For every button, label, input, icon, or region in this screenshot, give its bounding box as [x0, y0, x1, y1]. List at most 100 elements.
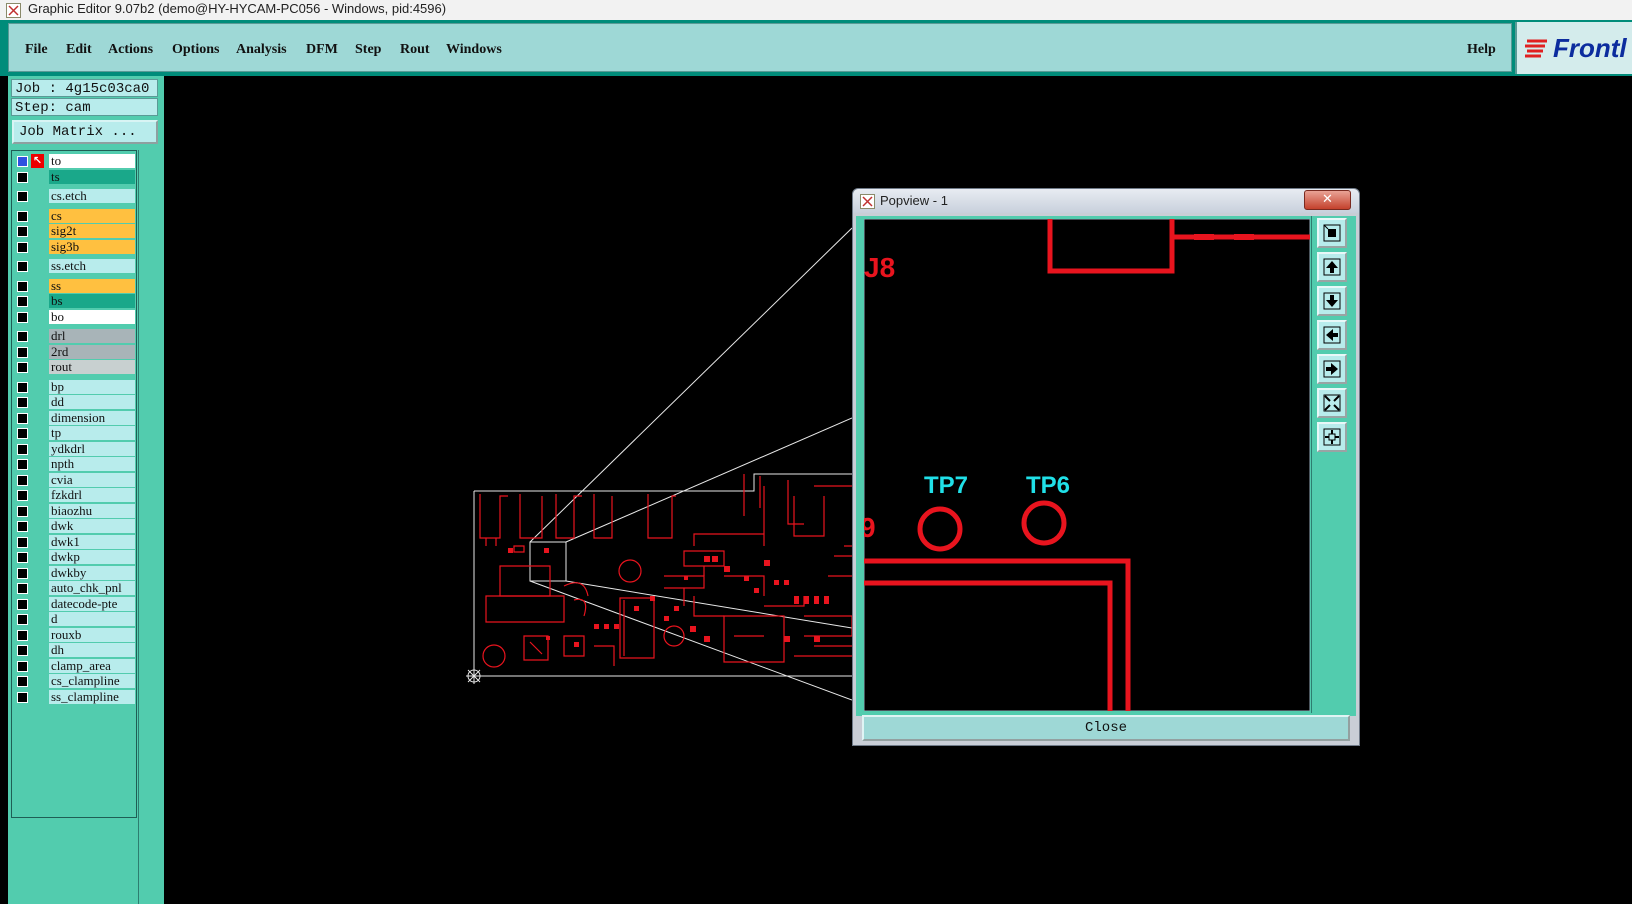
layer-checkbox[interactable]: [17, 210, 28, 222]
menu-rout[interactable]: Rout: [400, 42, 430, 58]
layer-row[interactable]: ydkdrl: [12, 441, 136, 457]
layer-row[interactable]: ts: [12, 169, 136, 185]
layer-checkbox[interactable]: [17, 311, 28, 323]
layer-name[interactable]: to: [49, 154, 135, 168]
layer-row[interactable]: ss_clampline: [12, 689, 136, 705]
layer-row[interactable]: sig2t: [12, 223, 136, 239]
pan-down-button[interactable]: [1317, 286, 1347, 316]
layer-row[interactable]: dwk1: [12, 534, 136, 550]
layer-name[interactable]: drl: [49, 329, 135, 343]
layer-checkbox[interactable]: [17, 536, 28, 548]
layer-name[interactable]: fzkdrl: [49, 488, 135, 502]
popview-titlebar[interactable]: Popview - 1 ✕: [853, 189, 1359, 213]
pan-up-button[interactable]: [1317, 252, 1347, 282]
layer-checkbox[interactable]: [17, 296, 28, 307]
layer-name[interactable]: 2rd: [49, 344, 135, 359]
layer-checkbox[interactable]: [17, 191, 28, 202]
layer-row[interactable]: bs: [12, 293, 136, 309]
layer-row[interactable]: bp: [12, 379, 136, 395]
layer-row[interactable]: cvia: [12, 472, 136, 488]
layer-checkbox[interactable]: [17, 474, 28, 486]
layer-row[interactable]: datecode-pte: [12, 596, 136, 612]
layer-scrollbar[interactable]: [138, 150, 163, 904]
layer-checkbox[interactable]: [17, 691, 28, 703]
menu-help[interactable]: Help: [1467, 42, 1496, 58]
layer-checkbox[interactable]: [17, 583, 28, 594]
layer-row[interactable]: dwk: [12, 518, 136, 534]
layer-row[interactable]: ss.etch: [12, 258, 136, 274]
layer-checkbox[interactable]: [17, 629, 28, 641]
menu-dfm[interactable]: DFM: [306, 42, 338, 58]
layer-checkbox[interactable]: [17, 552, 28, 563]
layer-checkbox[interactable]: [17, 346, 28, 358]
layer-name[interactable]: bs: [49, 294, 135, 308]
layer-row[interactable]: dwkp: [12, 549, 136, 565]
popview-close-button[interactable]: Close: [862, 715, 1350, 741]
layer-name[interactable]: ts: [49, 169, 135, 184]
layer-checkbox[interactable]: [17, 567, 28, 579]
menu-analysis[interactable]: Analysis: [236, 42, 287, 58]
layer-checkbox[interactable]: [17, 443, 28, 455]
layer-row[interactable]: sig3b: [12, 239, 136, 255]
layer-name[interactable]: biaozhu: [49, 503, 135, 518]
layer-row[interactable]: ↖ to: [12, 153, 136, 169]
menu-windows[interactable]: Windows: [446, 42, 502, 58]
layer-checkbox[interactable]: [17, 280, 28, 292]
layer-name[interactable]: datecode-pte: [49, 596, 135, 611]
layer-name[interactable]: rouxb: [49, 627, 135, 642]
layer-checkbox[interactable]: [17, 676, 28, 687]
layer-checkbox[interactable]: [17, 505, 28, 517]
layer-row[interactable]: auto_chk_pnl: [12, 580, 136, 596]
layer-row[interactable]: ss: [12, 278, 136, 294]
layer-name[interactable]: ss.etch: [49, 259, 135, 273]
layer-row[interactable]: fzkdrl: [12, 487, 136, 503]
layer-checkbox[interactable]: [17, 598, 28, 610]
layer-name[interactable]: tp: [49, 426, 135, 440]
layer-row[interactable]: cs_clampline: [12, 673, 136, 689]
layer-name[interactable]: ss: [49, 278, 135, 293]
job-matrix-button[interactable]: Job Matrix ...: [12, 120, 158, 144]
popview-canvas[interactable]: J8 TP7 TP6 9: [864, 219, 1310, 711]
layer-row[interactable]: 2rd: [12, 344, 136, 360]
layer-checkbox[interactable]: [17, 660, 28, 672]
layer-row[interactable]: npth: [12, 456, 136, 472]
layer-row[interactable]: drl: [12, 328, 136, 344]
layer-checkbox[interactable]: [17, 261, 28, 272]
layer-checkbox[interactable]: [17, 362, 28, 373]
layer-checkbox[interactable]: [17, 490, 28, 501]
layer-name[interactable]: d: [49, 612, 135, 626]
layer-name[interactable]: dd: [49, 395, 135, 409]
layer-checkbox[interactable]: [17, 521, 28, 532]
layer-checkbox[interactable]: [17, 412, 28, 424]
layer-row[interactable]: biaozhu: [12, 503, 136, 519]
layer-name[interactable]: ss_clampline: [49, 689, 135, 704]
layer-name[interactable]: npth: [49, 457, 135, 471]
layer-checkbox[interactable]: [17, 171, 28, 183]
graphic-canvas[interactable]: [164, 76, 852, 904]
layer-checkbox[interactable]: [17, 331, 28, 342]
layer-name[interactable]: dwk: [49, 519, 135, 533]
layer-row[interactable]: rout: [12, 359, 136, 375]
layer-checkbox[interactable]: [17, 226, 28, 237]
layer-name[interactable]: dwkp: [49, 550, 135, 564]
layer-name[interactable]: cs.etch: [49, 189, 135, 203]
layer-checkbox[interactable]: [17, 156, 28, 167]
layer-name[interactable]: rout: [49, 360, 135, 374]
layer-row[interactable]: dimension: [12, 410, 136, 426]
menu-edit[interactable]: Edit: [66, 42, 92, 58]
layer-row[interactable]: bo: [12, 309, 136, 325]
layer-checkbox[interactable]: [17, 614, 28, 625]
layer-row[interactable]: rouxb: [12, 627, 136, 643]
layer-name[interactable]: cs_clampline: [49, 674, 135, 688]
layer-row[interactable]: clamp_area: [12, 658, 136, 674]
popview-close-x-button[interactable]: ✕: [1304, 190, 1351, 210]
menu-step[interactable]: Step: [355, 42, 381, 58]
zoom-home-button[interactable]: [1317, 218, 1347, 248]
layer-row[interactable]: dd: [12, 394, 136, 410]
menu-options[interactable]: Options: [172, 42, 219, 58]
layer-name[interactable]: dh: [49, 643, 135, 657]
zoom-in-button[interactable]: [1317, 422, 1347, 452]
layer-row[interactable]: cs.etch: [12, 188, 136, 204]
layer-name[interactable]: cvia: [49, 472, 135, 487]
layer-name[interactable]: ydkdrl: [49, 441, 135, 456]
